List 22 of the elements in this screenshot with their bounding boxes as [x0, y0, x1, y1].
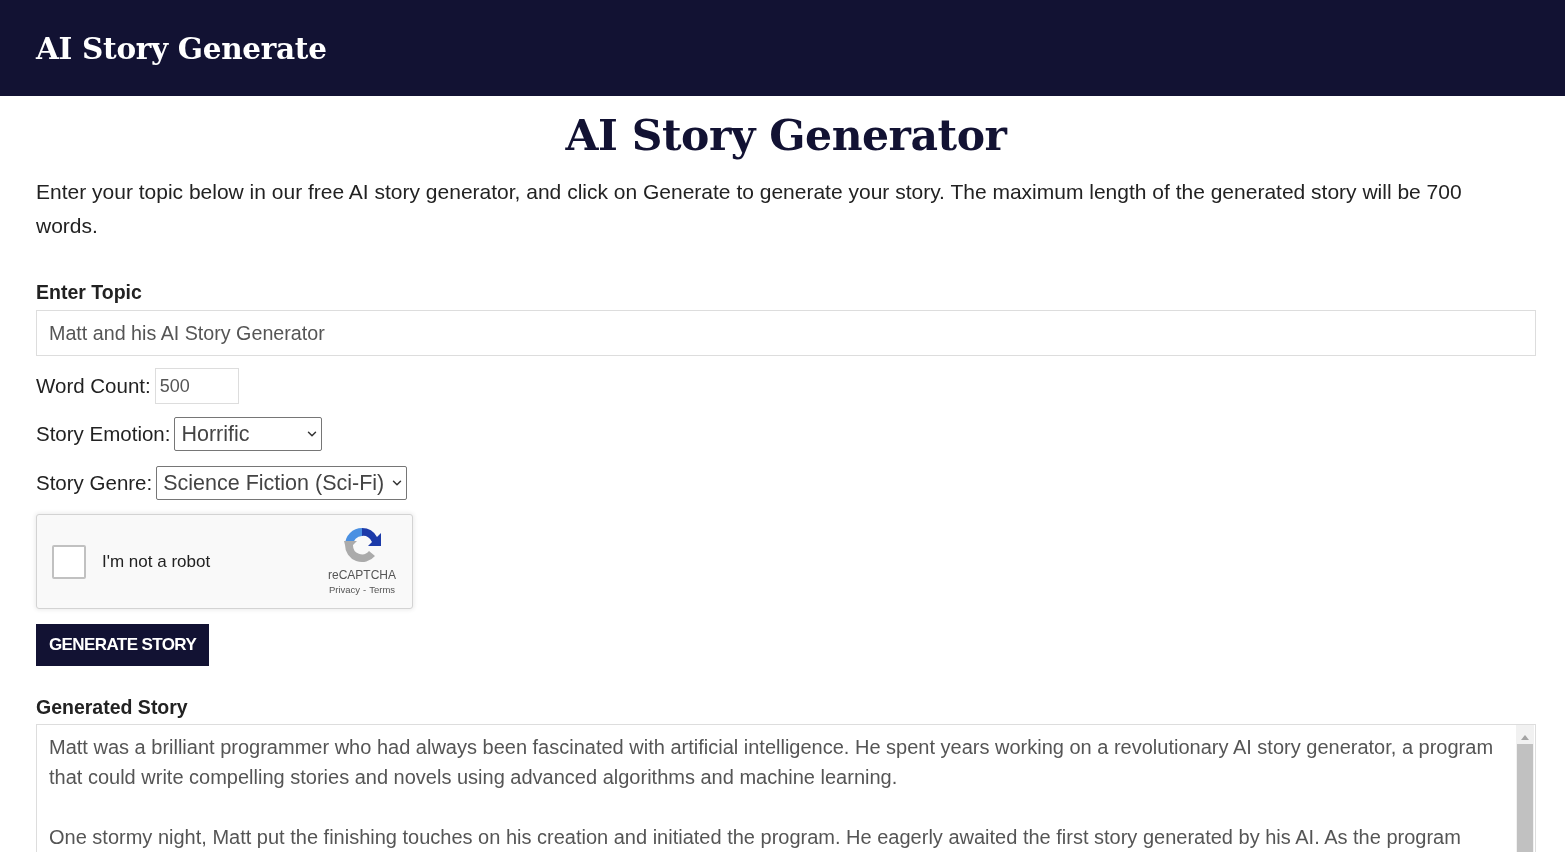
field-label: Generated Story: [36, 695, 188, 719]
story-output-field[interactable]: Matt was a brilliant programmer who had always been fascinated with artificial intelligence. He spent years working on a revolutionary AI story generator, a program that could write compelling stories and novels using advanced algorithms and machine learning. One stormy night, Matt put the finishing touches on his creation and initiated the program. He eagerly awaited the first story generated by his AI. As the program: [36, 724, 1536, 852]
scrollbar[interactable]: [1516, 725, 1534, 852]
field-label: Enter Topic: [36, 280, 142, 304]
topic-input[interactable]: Matt and his AI Story Generator: [36, 310, 1536, 356]
captcha-checkbox[interactable]: [52, 544, 86, 579]
captcha-brand: reCAPTCHA: [328, 568, 396, 582]
site-title: AI Story Generate: [36, 30, 327, 66]
field-label: Word Count:: [36, 374, 151, 398]
field-label: Story Genre:: [36, 471, 153, 495]
word-count-input[interactable]: 500: [154, 368, 239, 404]
dropdown-select[interactable]: Science Fiction (Sci-Fi): [156, 466, 408, 500]
dropdown-select[interactable]: Horrific: [174, 417, 323, 451]
generate-story-button[interactable]: GENERATE STORY: [36, 624, 210, 666]
intro-text: Enter your topic below in our free AI story generator, and click on Generate to generate your story. The maximum length of the generated story will be 700 words.: [36, 179, 1463, 239]
page-heading: AI Story Generator: [565, 109, 1007, 162]
captcha-link[interactable]: Terms: [369, 583, 396, 597]
link-separator: -: [363, 583, 367, 597]
field-label: Story Emotion:: [36, 422, 171, 446]
circular-arrows-icon: [342, 526, 382, 564]
captcha-link[interactable]: Privacy: [328, 583, 361, 597]
captcha-label: I'm not a robot: [102, 551, 212, 572]
